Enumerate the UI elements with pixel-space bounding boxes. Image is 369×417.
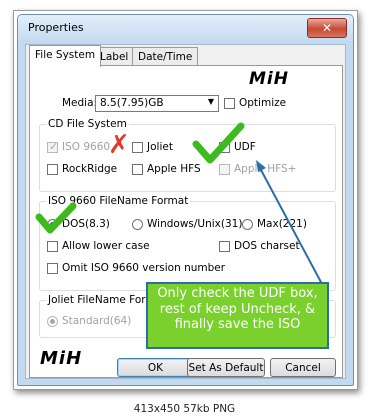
arrow-head-icon bbox=[256, 160, 266, 172]
annotation-note: Only check the UDF box, rest of keep Unc… bbox=[146, 282, 329, 349]
image-caption: 413x450 57kb PNG bbox=[133, 403, 236, 415]
udf-checkmark-icon bbox=[192, 122, 245, 164]
tab-file-system[interactable]: File System bbox=[29, 45, 102, 67]
dos-checkmark-icon bbox=[35, 202, 77, 234]
annotation-arrow bbox=[260, 169, 323, 285]
red-x-icon: ✗ bbox=[108, 130, 130, 160]
